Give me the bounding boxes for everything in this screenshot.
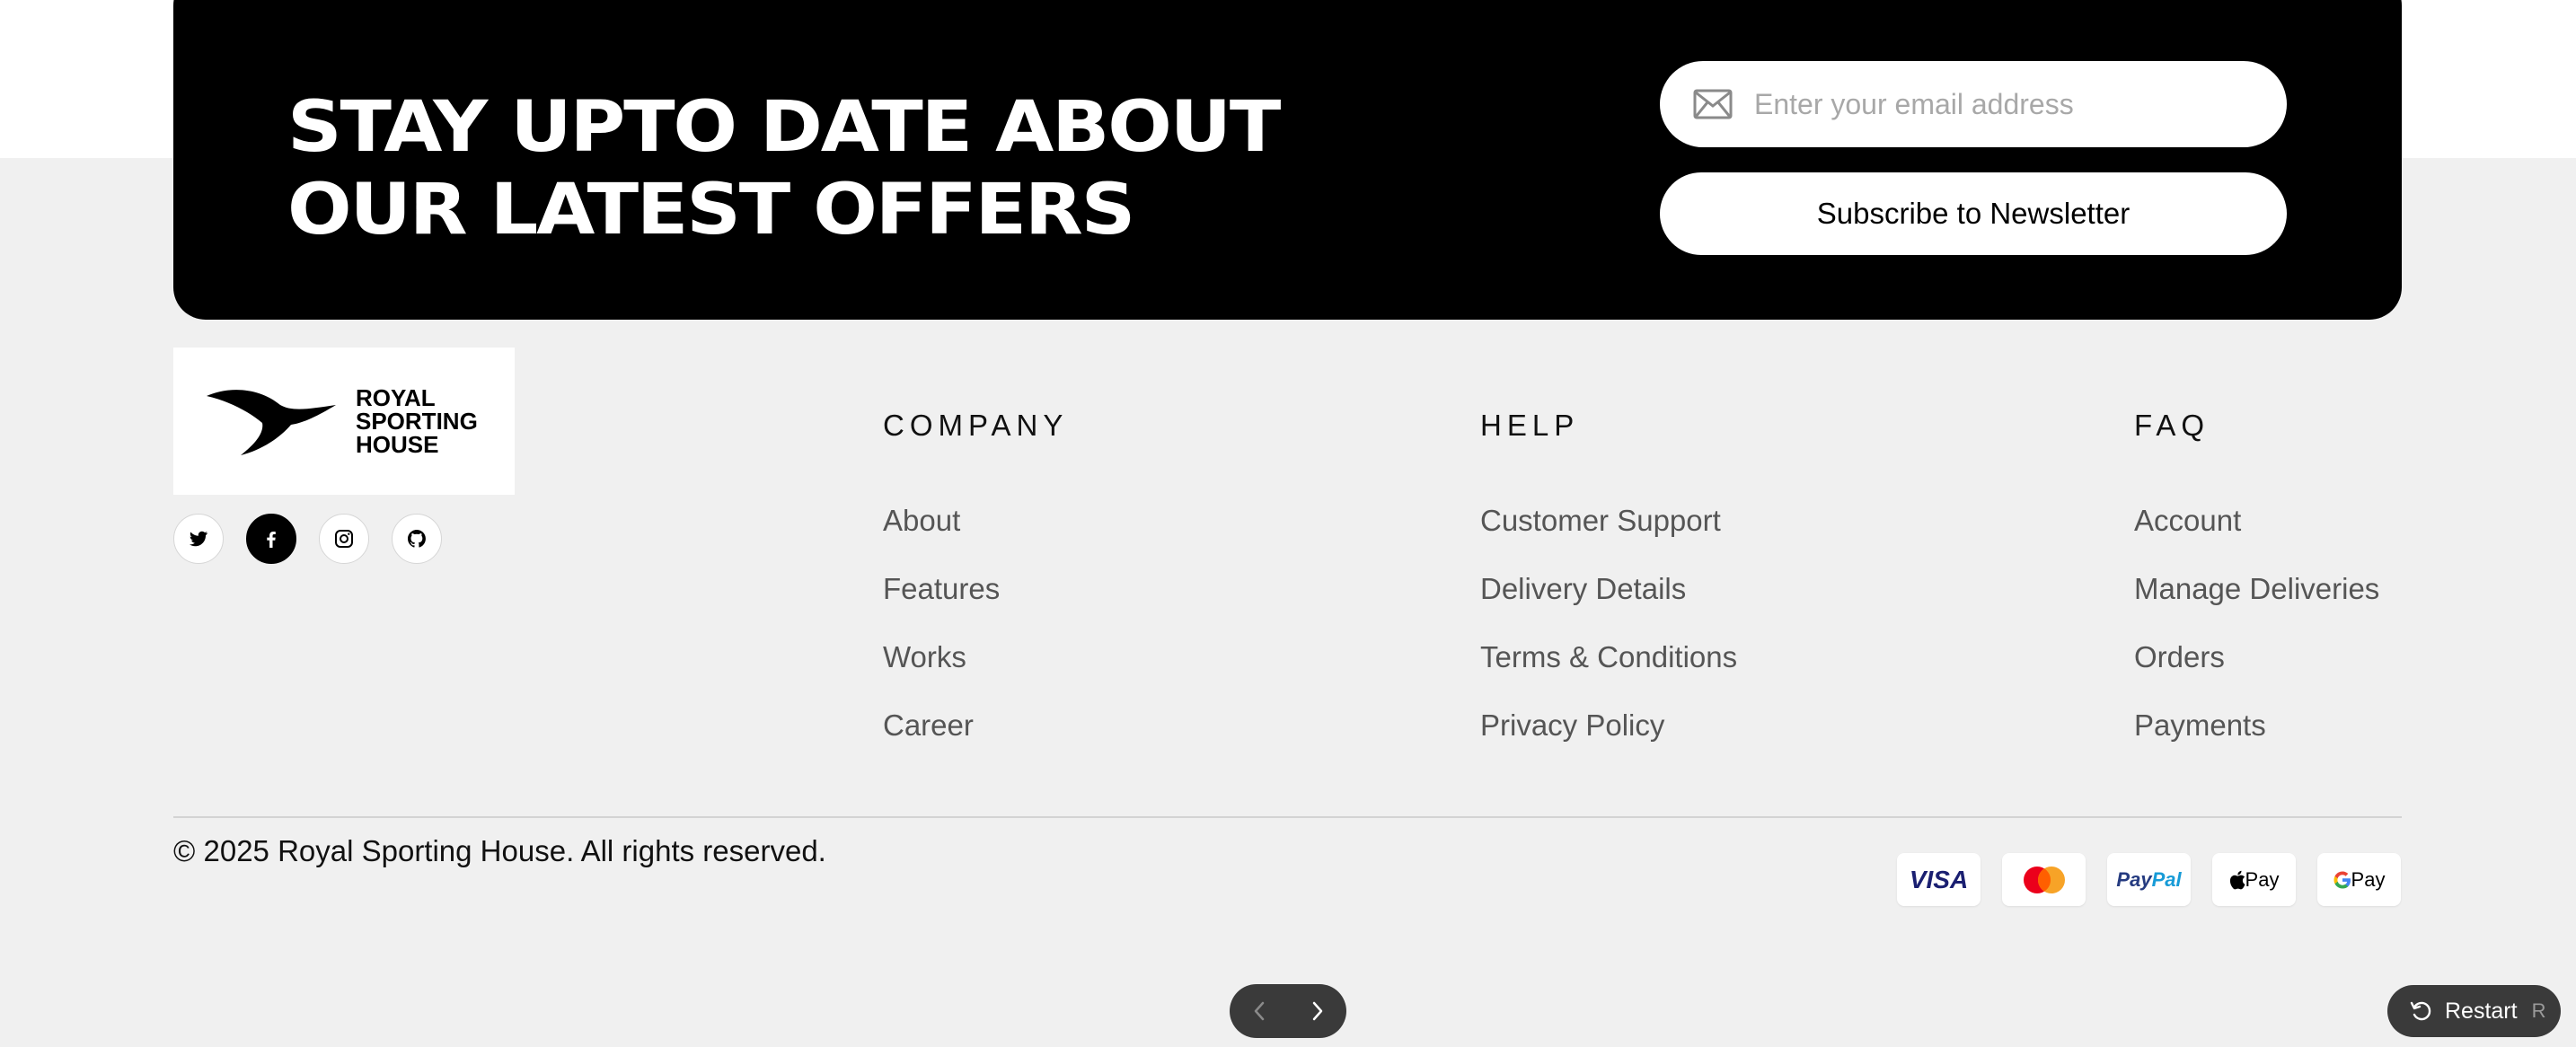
paypal-badge: PayPal: [2107, 853, 2191, 906]
chevron-left-icon: [1254, 1001, 1264, 1021]
instagram-icon: [335, 530, 353, 548]
column-title-faq: FAQ: [2134, 409, 2210, 442]
email-field-container[interactable]: [1660, 61, 2287, 147]
envelope-icon: [1693, 89, 1733, 119]
restart-label: Restart: [2445, 998, 2518, 1024]
previous-button[interactable]: [1241, 993, 1277, 1029]
email-input[interactable]: [1754, 77, 2257, 131]
footer-link-privacy[interactable]: Privacy Policy: [1480, 708, 1737, 743]
footer-link-works[interactable]: Works: [883, 639, 1068, 675]
subscribe-button[interactable]: Subscribe to Newsletter: [1660, 172, 2287, 255]
paypal-icon: PayPal: [2116, 867, 2182, 891]
apple-logo-icon: [2229, 870, 2245, 889]
footer-link-payments[interactable]: Payments: [2134, 708, 2379, 743]
apple-pay-badge: Pay: [2212, 853, 2296, 906]
restart-icon: [2410, 1001, 2431, 1021]
instagram-button[interactable]: [319, 514, 369, 564]
payment-methods: VISA PayPal Pay Pay: [1897, 853, 2401, 906]
next-button[interactable]: [1300, 993, 1336, 1029]
mastercard-icon: [2023, 866, 2065, 893]
footer-link-customer-support[interactable]: Customer Support: [1480, 503, 1737, 539]
restart-button[interactable]: Restart R: [2387, 985, 2561, 1037]
logo-wordmark: ROYAL SPORTING HOUSE: [356, 384, 478, 458]
bird-logo-icon: [207, 390, 336, 455]
chevron-right-icon: [1312, 1001, 1322, 1021]
twitter-icon: [190, 531, 207, 547]
twitter-button[interactable]: [173, 514, 224, 564]
footer-link-manage-deliveries[interactable]: Manage Deliveries: [2134, 571, 2379, 607]
brand-logo[interactable]: ROYAL SPORTING HOUSE: [173, 348, 515, 495]
slide-pager: [1230, 984, 1346, 1038]
column-title-help: HELP: [1480, 409, 1580, 442]
footer-link-about[interactable]: About: [883, 503, 1068, 539]
facebook-icon: [267, 532, 276, 548]
footer-link-career[interactable]: Career: [883, 708, 1068, 743]
footer-link-features[interactable]: Features: [883, 571, 1068, 607]
footer-divider: [173, 816, 2402, 818]
restart-shortcut-key: R: [2531, 999, 2546, 1022]
column-title-company: COMPANY: [883, 409, 1069, 442]
facebook-button[interactable]: [246, 514, 296, 564]
footer-link-terms[interactable]: Terms & Conditions: [1480, 639, 1737, 675]
visa-icon: VISA: [1909, 865, 1969, 893]
visa-badge: VISA: [1897, 853, 1981, 906]
github-icon: [408, 530, 426, 548]
footer-column-faq: FAQ Account Manage Deliveries Orders Pay…: [2134, 406, 2379, 743]
google-pay-badge: Pay: [2317, 853, 2401, 906]
footer-column-company: COMPANY About Features Works Career: [883, 406, 1068, 743]
github-button[interactable]: [392, 514, 442, 564]
footer-column-help: HELP Customer Support Delivery Details T…: [1480, 406, 1737, 743]
google-g-icon: [2333, 871, 2351, 888]
footer-link-account[interactable]: Account: [2134, 503, 2379, 539]
footer-link-delivery-details[interactable]: Delivery Details: [1480, 571, 1737, 607]
google-pay-label: Pay: [2351, 867, 2386, 891]
apple-pay-label: Pay: [2245, 867, 2280, 891]
social-links: [173, 514, 442, 564]
newsletter-heading: STAY UPTO DATE ABOUT OUR LATEST OFFERS: [287, 87, 1281, 251]
copyright-text: © 2025 Royal Sporting House. All rights …: [173, 834, 826, 867]
mastercard-badge: [2002, 853, 2086, 906]
footer-link-orders[interactable]: Orders: [2134, 639, 2379, 675]
newsletter-banner: STAY UPTO DATE ABOUT OUR LATEST OFFERS S…: [173, 0, 2402, 320]
